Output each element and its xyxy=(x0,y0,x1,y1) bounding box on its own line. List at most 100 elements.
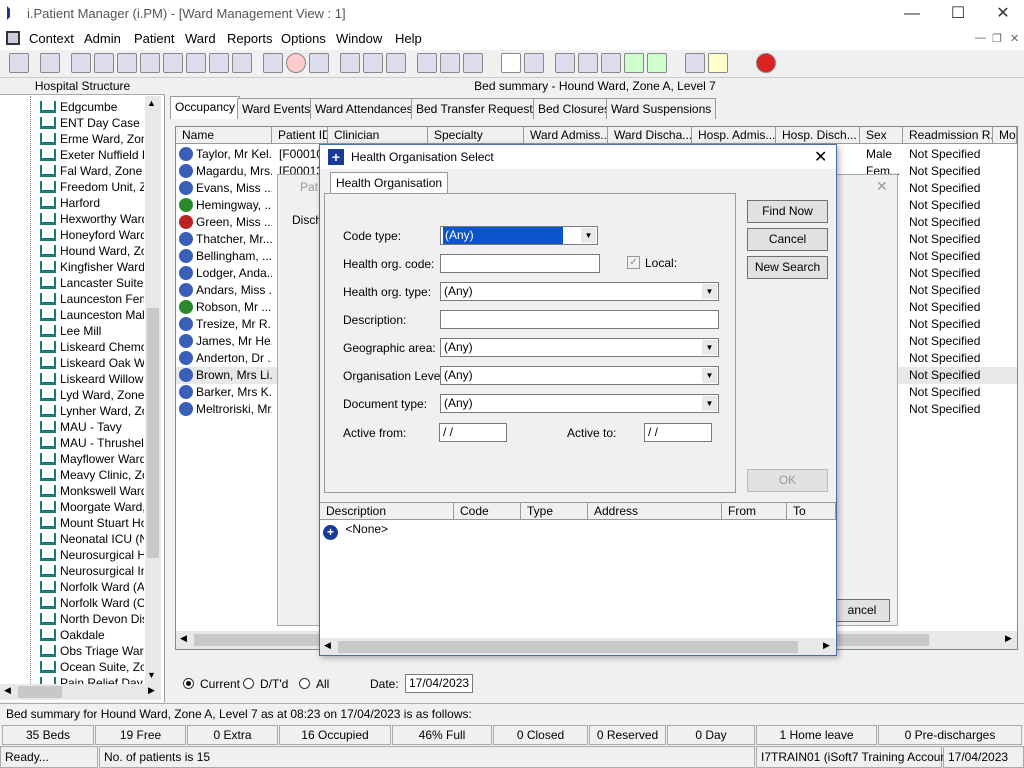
list-icon[interactable] xyxy=(309,53,329,73)
form-icon[interactable] xyxy=(363,53,383,73)
col-mo[interactable]: Mo xyxy=(993,127,1017,144)
tree-ward-item[interactable]: Edgcumbe xyxy=(40,99,144,115)
tree-ward-item[interactable]: Norfolk Ward (Ad xyxy=(40,579,144,595)
dialog-tab-health-organisation[interactable]: Health Organisation xyxy=(330,172,449,194)
menu-ward[interactable]: Ward xyxy=(185,31,216,46)
tree-ward-item[interactable]: Liskeard Chemo xyxy=(40,339,144,355)
menu-window[interactable]: Window xyxy=(336,31,382,46)
cancel-button[interactable]: Cancel xyxy=(747,228,828,251)
col-ward-discharge[interactable]: Ward Discha... xyxy=(608,127,692,144)
tree-ward-item[interactable]: Launceston Male xyxy=(40,307,144,323)
grid-scroll-left-icon[interactable]: ◀ xyxy=(180,633,187,644)
org-code-input[interactable] xyxy=(440,254,600,273)
ok-button[interactable]: OK xyxy=(747,469,828,492)
tree-ward-item[interactable]: Mayflower Ward, xyxy=(40,451,144,467)
transfer-icon[interactable] xyxy=(209,53,229,73)
record-icon[interactable] xyxy=(94,53,114,73)
chevron-down-icon[interactable]: ▼ xyxy=(702,396,717,411)
dialog-close-icon[interactable]: ✕ xyxy=(814,147,827,167)
bed-transfer-icon[interactable] xyxy=(463,53,483,73)
tree-ward-item[interactable]: MAU - Tavy xyxy=(40,419,144,435)
tree-ward-item[interactable]: Fal Ward, Zone E xyxy=(40,163,144,179)
col-name[interactable]: Name xyxy=(176,127,272,144)
col-ward-admission[interactable]: Ward Admiss... xyxy=(524,127,608,144)
col-specialty[interactable]: Specialty xyxy=(428,127,524,144)
background-cancel-button[interactable]: ancel xyxy=(834,599,890,622)
tree-ward-item[interactable]: Neurosurgical Inte xyxy=(40,563,144,579)
tree-ward-item[interactable]: MAU - Thrushel xyxy=(40,435,144,451)
maximize-button[interactable]: ☐ xyxy=(935,0,981,28)
print-icon[interactable] xyxy=(40,53,60,73)
menu-options[interactable]: Options xyxy=(281,31,326,46)
tree-scroll-up-icon[interactable]: ▲ xyxy=(147,98,156,108)
tree-ward-item[interactable]: ENT Day Case U xyxy=(40,115,144,131)
col-readmission[interactable]: Readmission R... xyxy=(903,127,993,144)
description-input[interactable] xyxy=(440,310,719,329)
grid-scroll-right-icon[interactable]: ▶ xyxy=(1005,633,1012,644)
tree-ward-item[interactable]: Moorgate Ward, Z xyxy=(40,499,144,515)
tree-ward-item[interactable]: Honeyford Ward, xyxy=(40,227,144,243)
tree-ward-item[interactable]: Liskeard Willow xyxy=(40,371,144,387)
person-icon[interactable] xyxy=(163,53,183,73)
results-hscroll-thumb[interactable] xyxy=(338,641,798,653)
results-scroll-right-icon[interactable]: ▶ xyxy=(823,640,830,651)
checklist-icon[interactable] xyxy=(578,53,598,73)
result-col-code[interactable]: Code xyxy=(454,503,521,520)
mdi-close-icon[interactable]: ✕ xyxy=(1010,32,1019,45)
result-col-address[interactable]: Address xyxy=(588,503,722,520)
minimize-button[interactable]: — xyxy=(889,0,935,28)
ambulance-icon[interactable] xyxy=(440,53,460,73)
clock-icon[interactable] xyxy=(286,53,306,73)
tree-ward-item[interactable]: Neurosurgical Hig xyxy=(40,547,144,563)
swap-icon[interactable] xyxy=(685,53,705,73)
note-icon[interactable] xyxy=(186,53,206,73)
tree-ward-item[interactable]: Lyd Ward, Zone xyxy=(40,387,144,403)
organisation-level-select[interactable]: (Any) ▼ xyxy=(440,366,719,385)
menu-reports[interactable]: Reports xyxy=(227,31,273,46)
radio-current[interactable] xyxy=(183,678,194,689)
tree-scroll-left-icon[interactable]: ◀ xyxy=(4,685,11,696)
bar-chart-icon[interactable] xyxy=(524,53,544,73)
local-checkbox[interactable]: ✓ xyxy=(627,256,640,269)
bed-icon[interactable] xyxy=(232,53,252,73)
user-icon[interactable] xyxy=(9,53,29,73)
geographic-area-select[interactable]: (Any) ▼ xyxy=(440,338,719,357)
tick-list-icon[interactable] xyxy=(601,53,621,73)
mdi-minimize-icon[interactable]: — xyxy=(975,32,986,44)
chevron-down-icon[interactable]: ▼ xyxy=(702,368,717,383)
tree-ward-item[interactable]: Freedom Unit, Zo xyxy=(40,179,144,195)
chevron-down-icon[interactable]: ▼ xyxy=(581,228,596,243)
tree-ward-item[interactable]: Liskeard Oak Wa xyxy=(40,355,144,371)
tree-ward-item[interactable]: Erme Ward, Zone xyxy=(40,131,144,147)
menu-context[interactable]: Context xyxy=(29,31,74,46)
exit-icon[interactable] xyxy=(756,53,776,73)
search-doc-icon[interactable] xyxy=(263,53,283,73)
active-from-input[interactable]: / / xyxy=(439,423,507,442)
report-icon[interactable] xyxy=(417,53,437,73)
tree-ward-item[interactable]: Ocean Suite, Zor xyxy=(40,659,144,675)
org-type-select[interactable]: (Any) ▼ xyxy=(440,282,719,301)
refresh-icon[interactable] xyxy=(647,53,667,73)
col-sex[interactable]: Sex xyxy=(860,127,903,144)
tree-ward-item[interactable]: North Devon Dist xyxy=(40,611,144,627)
col-clinician[interactable]: Clinician xyxy=(328,127,428,144)
tree-ward-item[interactable]: Oakdale xyxy=(40,627,144,643)
mdi-restore-icon[interactable]: ❐ xyxy=(992,32,1002,45)
tree-ward-item[interactable]: Obs Triage Ward xyxy=(40,643,144,659)
globe-icon[interactable] xyxy=(555,53,575,73)
col-hosp-discharge[interactable]: Hosp. Disch... xyxy=(776,127,860,144)
tree-ward-item[interactable]: Hound Ward, Zor xyxy=(40,243,144,259)
tab-ward-attendances[interactable]: Ward Attendances xyxy=(310,98,418,119)
code-type-select[interactable]: (Any) ▼ xyxy=(440,226,598,245)
result-col-from[interactable]: From xyxy=(722,503,787,520)
warning-icon[interactable] xyxy=(708,53,728,73)
tree-ward-item[interactable]: Lee Mill xyxy=(40,323,144,339)
tree-ward-item[interactable]: Lancaster Suite, xyxy=(40,275,144,291)
document-type-select[interactable]: (Any) ▼ xyxy=(440,394,719,413)
m-icon[interactable] xyxy=(140,53,160,73)
radio-all[interactable] xyxy=(299,678,310,689)
tab-occupancy[interactable]: Occupancy xyxy=(170,96,241,119)
col-patient-id[interactable]: Patient ID xyxy=(272,127,328,144)
tree-ward-item[interactable]: Hexworthy Ward, xyxy=(40,211,144,227)
tab-ward-events[interactable]: Ward Events xyxy=(237,98,316,119)
